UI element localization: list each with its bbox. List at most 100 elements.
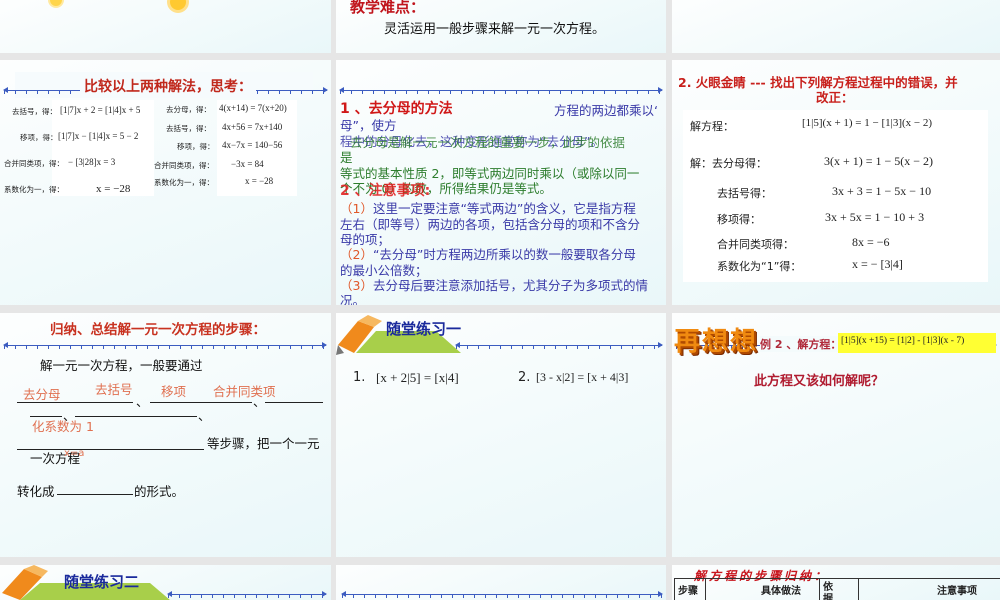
divider-line	[339, 87, 663, 97]
heading-notes: 2 、注意事项:	[340, 183, 431, 199]
problem-equation: [x + 2|5] = [x|4]	[376, 370, 459, 385]
step-label: 合并同类项，得：	[4, 159, 64, 168]
step-label: 合并同类项得：	[717, 238, 794, 251]
column-divider	[705, 579, 706, 600]
table-header-cell: 具体做法	[761, 586, 801, 597]
step-equation: 3(x + 1) = 1 − 5(x − 2)	[824, 154, 934, 168]
divider-line	[341, 591, 663, 600]
step-label: 系数化为一，得：	[4, 185, 64, 194]
slide-thumbnail-7[interactable]: 归纳、总结解一元一次方程的步骤： 解一元一次方程，一般要通过 去分母 去括号 移…	[0, 313, 331, 557]
example-equation: [1|5](x +15) = [1|2] - [1|3](x - 7)	[841, 336, 965, 346]
blank-line	[17, 402, 133, 403]
step-label: 解：去分母得：	[690, 157, 767, 170]
slide-thumbnail-11[interactable]	[336, 565, 666, 600]
note-number: （2）	[340, 247, 373, 262]
step-equation: 3x + 5x = 1 − 10 + 3	[825, 210, 925, 224]
column-divider	[858, 579, 859, 600]
text-line: 母”，使方	[340, 118, 397, 133]
note-2: （2）“去分母”时方程两边所乘以的数一般要取各分母	[340, 247, 636, 262]
answer-text: x=a	[64, 448, 85, 459]
text-line: 等式的基本性质 2，即等式两边同时乘以（或除以同一	[340, 166, 640, 181]
blank-line	[265, 402, 323, 403]
step-equation: 8x = −6	[852, 235, 890, 249]
divider-line	[167, 591, 327, 600]
step-equation: 3x + 3 = 1 − 5x − 10	[832, 184, 932, 198]
separator: 、	[198, 408, 211, 423]
note-1: （1）这里一定要注意“等式两边”的含义，它是指方程	[340, 201, 636, 216]
sun-icon	[50, 0, 62, 6]
step-equation: x = − [3|4]	[852, 257, 903, 271]
slide-title: 教学难点：	[350, 0, 426, 16]
slide-title: 归纳、总结解一元一次方程的步骤：	[50, 322, 266, 338]
step-equation: 4x+56 = 7x+140	[222, 122, 283, 132]
answer-text: 合并同类项	[213, 384, 276, 399]
steps-table-header: 步骤 具体做法 依据 注意事项	[674, 578, 1000, 600]
slide-thumbnail-9[interactable]: 再想想 例 2 、解方程： [1|5](x +15) = [1|2] - [1|…	[672, 313, 1000, 557]
text-line: 母的项；	[340, 232, 391, 247]
slide-thumbnail-8[interactable]: 随堂练习一 1. [x + 2|5] = [x|4] 2. [3 - x|2] …	[336, 313, 666, 557]
text-line: 的最小公倍数；	[340, 263, 428, 278]
slide-thumbnail-3[interactable]	[672, 0, 1000, 53]
table-header-cell: 注意事项	[937, 586, 977, 597]
slide-title: 随堂练习二	[64, 573, 140, 591]
step-label: 移项得：	[717, 213, 761, 226]
slide-title-line2: 改正：	[816, 90, 854, 105]
step-equation: x = −28	[96, 183, 131, 195]
step-label: 解方程：	[690, 120, 734, 133]
note-text: 这里一定要注意“等式两边”的含义，它是指方程	[372, 201, 636, 216]
step-equation: [1|7]x + 2 = [1|4]x + 5	[60, 105, 141, 115]
step-label: 移项，得：	[20, 133, 58, 142]
step-label: 去括号得：	[717, 187, 772, 200]
blank-line	[57, 494, 133, 495]
slide-thumbnail-4[interactable]: 比较以上两种解法，思考： 去括号，得： [1|7]x + 2 = [1|4]x +…	[0, 60, 331, 305]
text-line: 况。	[340, 293, 366, 305]
step-label: 系数化为“1”得：	[717, 260, 802, 273]
step-label: 合并同类项，得：	[154, 161, 214, 170]
step-label: 去分母，得：	[166, 105, 211, 114]
column-divider	[819, 579, 820, 600]
heading-method: 1 、去分母的方法	[340, 101, 453, 117]
divider-line	[455, 342, 663, 352]
step-equation: − [3|28]x = 3	[68, 157, 116, 167]
table-header-cell: 步骤	[678, 586, 698, 597]
text-line: 等步骤，把一个一元	[207, 436, 320, 451]
note-text: 去分母后要注意添加括号，尤其分子为多项式的情	[372, 278, 648, 293]
slide-thumbnail-10[interactable]: 随堂练习二	[0, 565, 331, 600]
sun-icon	[170, 0, 186, 10]
note-text: “去分母”时方程两边所乘以的数一般要取各分母	[372, 247, 636, 262]
text-line: 左右（即等号）两边的各项，包括含分母的项和不含分	[340, 217, 641, 232]
step-equation: 4(x+14) = 7(x+20)	[219, 103, 287, 113]
slide-thumbnail-2[interactable]: 教学难点： 灵活运用一般步骤来解一元一次方程。	[336, 0, 666, 53]
slide-thumbnail-1[interactable]	[0, 0, 331, 53]
slide-title: 比较以上两种解法，思考：	[80, 76, 256, 96]
text-line: 的形式。	[134, 484, 185, 499]
step-equation: −3x = 84	[231, 159, 264, 169]
text-line: 转化成	[17, 484, 55, 499]
example-label: 例 2 、解方程：	[760, 336, 842, 352]
answer-text: 去括号	[95, 382, 133, 397]
note-number: （3）	[340, 278, 373, 293]
table-header-cell: 依据	[823, 582, 833, 600]
answer-text: 化系数为 1	[32, 419, 94, 434]
step-equation: x = −28	[245, 176, 274, 186]
note-number: （1）	[340, 201, 373, 216]
text-line: 是	[340, 150, 353, 165]
question-text: 此方程又该如何解呢？	[754, 374, 885, 389]
step-label: 移项，得：	[177, 142, 215, 151]
text-line: 方程的两边都乘以‘	[554, 103, 658, 118]
note-3: （3）去分母后要注意添加括号，尤其分子为多项式的情	[340, 278, 648, 293]
slide-thumbnail-12[interactable]: 解方程的步骤归纳： 步骤 具体做法 依据 注意事项	[672, 565, 1000, 600]
separator: 、	[253, 394, 266, 409]
word-art-title: 再想想	[674, 327, 759, 357]
step-label: 系数化为一，得：	[154, 178, 214, 187]
step-label: 去括号，得：	[12, 107, 57, 116]
step-equation: [1|5](x + 1) = 1 − [1|3](x − 2)	[802, 117, 933, 129]
slide-thumbnail-6[interactable]: 2. 火眼金睛 --- 找出下列解方程过程中的错误，并 改正： 解方程： [1|5…	[672, 60, 1000, 305]
problem-equation: [3 - x|2] = [x + 4|3]	[536, 370, 629, 384]
slide-thumbnail-5[interactable]: 1 、去分母的方法 方程的两边都乘以‘ 母”，使方 程中的分母化去，这种变形通常…	[336, 60, 666, 305]
slide-text: 灵活运用一般步骤来解一元一次方程。	[384, 22, 606, 37]
separator: 、	[136, 394, 149, 409]
intro-text: 解一元一次方程，一般要通过	[40, 358, 203, 373]
slide-title: 随堂练习一	[386, 320, 462, 338]
step-equation: 4x−7x = 140−56	[222, 140, 283, 150]
